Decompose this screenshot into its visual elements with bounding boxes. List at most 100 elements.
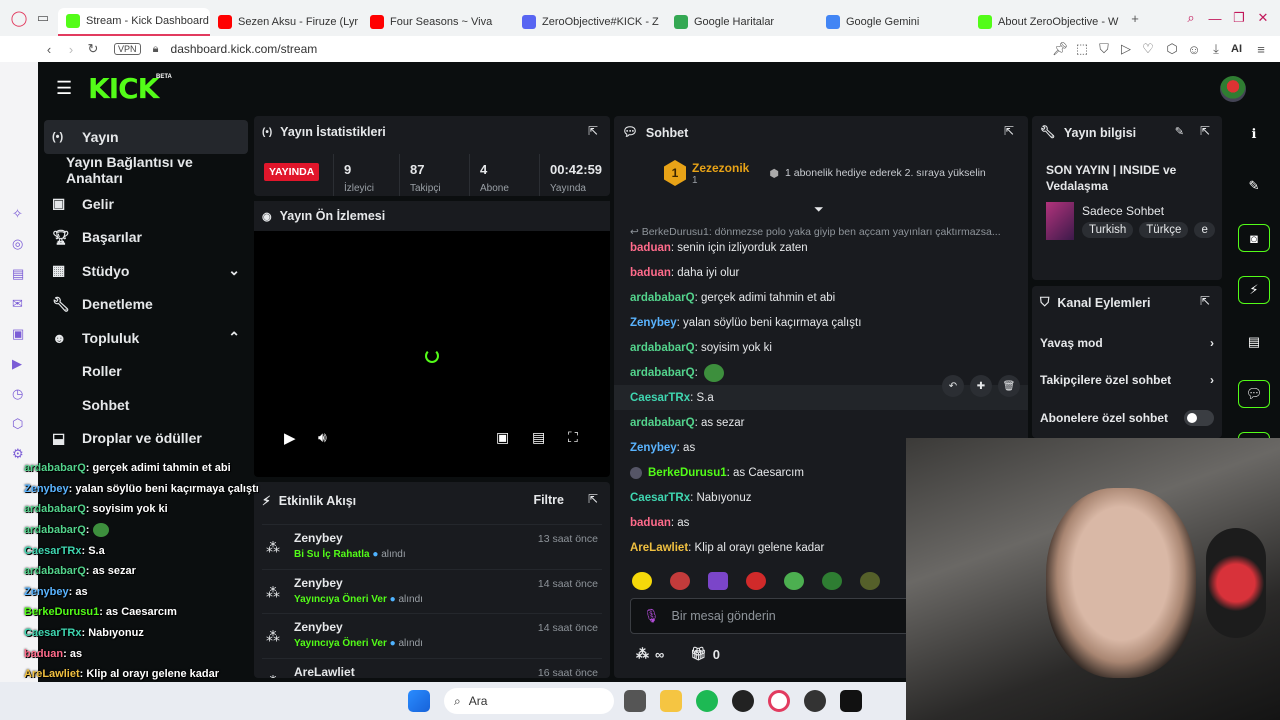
extensions-icon[interactable]: ⬡ xyxy=(1163,40,1181,58)
sidebar-item-yayin[interactable]: (•) Yayın xyxy=(44,120,248,154)
search-tabs-icon[interactable]: ⌕ xyxy=(1182,9,1200,27)
windows-start-icon[interactable] xyxy=(408,690,430,712)
opera-logo-icon[interactable]: ◯ xyxy=(10,9,28,27)
sidebar-item-stream-key[interactable]: Yayın Bağlantısı ve Anahtarı xyxy=(44,154,248,188)
sidebar-item-gelir[interactable]: ▣ Gelir xyxy=(44,187,248,221)
chevron-up-icon[interactable]: ⌃ xyxy=(228,329,240,346)
theater-mode-icon[interactable]: ▣ xyxy=(496,429,509,446)
play-icon[interactable]: ▷ xyxy=(1117,40,1135,58)
spotify-icon[interactable] xyxy=(696,690,718,712)
new-tab-icon[interactable]: + xyxy=(1126,9,1144,27)
stream-tag[interactable]: Turkish xyxy=(1082,222,1134,238)
filter-button[interactable]: Filtre xyxy=(533,493,564,507)
chevron-down-icon[interactable]: ⌄ xyxy=(228,262,240,279)
browser-tab[interactable]: Sezen Aksu - Firuze (Lyr xyxy=(210,8,362,36)
gift-box-icon[interactable]: 🎁︎ xyxy=(690,646,707,662)
raid-icon[interactable]: ⚡︎ xyxy=(1238,276,1270,304)
player-icon[interactable]: ▶ xyxy=(12,356,24,372)
chat-message[interactable]: ardababarQ: gerçek adimi tahmin et abi xyxy=(614,285,1028,310)
messenger-icon[interactable]: ◎ xyxy=(12,236,24,252)
browser-tab[interactable]: Stream - Kick Dashboard xyxy=(58,8,210,36)
pip-icon[interactable]: ▤ xyxy=(532,429,545,446)
popout-icon[interactable]: ⇱ xyxy=(588,492,598,506)
mail-icon[interactable]: ✉ xyxy=(12,296,24,312)
chat-message[interactable]: Zenybey: yalan söylüo beni kaçırmaya çal… xyxy=(614,310,1028,335)
pin-action-icon[interactable]: ✚ xyxy=(970,375,992,397)
emote-icon[interactable] xyxy=(670,572,690,590)
delete-action-icon[interactable]: 🗑︎ xyxy=(998,375,1020,397)
sidebar-item-denetleme[interactable]: 🔧︎ Denetleme xyxy=(44,288,248,322)
vpn-badge[interactable]: VPN xyxy=(114,43,141,55)
settings-icon[interactable]: ⚙ xyxy=(12,446,24,462)
browser-tab[interactable]: ZeroObjective#KICK - Z xyxy=(514,8,666,36)
download-icon[interactable]: ⤓ xyxy=(1207,40,1225,58)
emote-icon[interactable] xyxy=(746,572,766,590)
snapshot-icon[interactable]: ⬚ xyxy=(1073,40,1091,58)
fullscreen-icon[interactable]: ⛶ xyxy=(568,429,578,446)
action-followers-only[interactable]: Takipçilere özel sohbet › xyxy=(1040,373,1214,387)
menu-icon[interactable]: ≡ xyxy=(1252,40,1270,58)
reload-icon[interactable]: ↻ xyxy=(84,40,102,58)
play-icon[interactable]: ▶ xyxy=(284,429,296,447)
activity-item[interactable]: ⁂ Zenybey 13 saat önce Bi Su İç Rahatla ● a… xyxy=(262,524,602,569)
twitch-icon[interactable]: ▣ xyxy=(12,326,24,342)
clip-icon[interactable]: ◙ xyxy=(1238,224,1270,252)
edit-icon[interactable]: ✎ xyxy=(1238,172,1270,200)
popout-icon[interactable]: ⇱ xyxy=(1004,124,1014,138)
popout-icon[interactable]: ⇱ xyxy=(588,124,598,138)
emote-icon[interactable] xyxy=(632,572,652,590)
gift-user[interactable]: Zezezonik xyxy=(692,161,749,175)
volume-icon[interactable]: 🔊︎ xyxy=(318,429,327,446)
task-view-icon[interactable] xyxy=(624,690,646,712)
browser-tab[interactable]: Google Haritalar xyxy=(666,8,818,36)
action-subscribers-only[interactable]: Abonelere özel sohbet xyxy=(1040,410,1214,426)
chat-message[interactable]: baduan: senin için izliyorduk zaten xyxy=(614,235,1028,260)
browser-tab[interactable]: About ZeroObjective - W xyxy=(970,8,1122,36)
kick-logo[interactable]: KICK xyxy=(88,72,159,105)
emote-icon[interactable] xyxy=(860,572,880,590)
chat-message[interactable]: ardababarQ: as sezar xyxy=(614,410,1028,435)
taskbar-search[interactable]: ⌕ Ara xyxy=(444,688,614,714)
maximize-icon[interactable]: ❐ xyxy=(1230,9,1248,27)
activity-item[interactable]: ⁂ Zenybey 14 saat önce Yayıncıya Öneri Ver … xyxy=(262,568,602,614)
activity-item[interactable]: ⁂ Zenybey 14 saat önce Yayıncıya Öneri Ver … xyxy=(262,613,602,658)
stream-tag[interactable]: Türkçe xyxy=(1139,222,1189,238)
history-icon[interactable]: ◷ xyxy=(12,386,24,402)
emote-icon[interactable] xyxy=(708,572,728,590)
app-icon[interactable] xyxy=(804,690,826,712)
chat-message[interactable]: ardababarQ: soyisim yok ki xyxy=(614,335,1028,360)
reply-action-icon[interactable]: ↶ xyxy=(942,375,964,397)
edit-icon[interactable]: ✎ xyxy=(1175,125,1184,138)
avatar[interactable] xyxy=(1220,76,1246,102)
heart-icon[interactable]: ♡ xyxy=(1139,40,1157,58)
back-icon[interactable]: ‹ xyxy=(40,40,58,58)
url-field[interactable]: dashboard.kick.com/stream xyxy=(171,42,318,56)
sidebar-item-basarilar[interactable]: 🏆︎ Başarılar xyxy=(44,221,248,255)
subscribers-only-toggle[interactable] xyxy=(1184,410,1214,426)
popout-icon[interactable]: ⇱ xyxy=(1200,124,1210,138)
sidebar-item-sohbet[interactable]: Sohbet xyxy=(44,388,248,422)
extensions-sidebar-icon[interactable]: ⬡ xyxy=(12,416,24,432)
capcut-icon[interactable] xyxy=(840,690,862,712)
browser-tab[interactable]: Four Seasons ~ Viva xyxy=(362,8,514,36)
category-name[interactable]: Sadece Sohbet xyxy=(1082,204,1164,218)
collapse-leaderboard-icon[interactable]: ⏷ xyxy=(814,202,824,217)
tab-overview-icon[interactable]: ▭ xyxy=(34,9,52,27)
microphone-icon[interactable]: 🎙︎ xyxy=(643,608,660,624)
file-explorer-icon[interactable] xyxy=(660,690,682,712)
sidebar-item-roller[interactable]: Roller xyxy=(44,355,248,389)
minimize-icon[interactable]: — xyxy=(1206,9,1224,27)
sidebar-item-studyo[interactable]: ▦ Stüdyo ⌄ xyxy=(44,254,248,288)
shield-icon[interactable]: ⛉ xyxy=(1095,40,1113,58)
activity-item[interactable]: ⁂AreLawliet16 saat önce xyxy=(262,657,602,678)
sidebar-item-droplar[interactable]: ⬓ Droplar ve ödüller xyxy=(44,422,248,456)
sidebar-item-topluluk[interactable]: ☻ Topluluk ⌃ xyxy=(44,321,248,355)
pin-icon[interactable]: 📌︎ xyxy=(1051,40,1069,58)
popout-icon[interactable]: ⇱ xyxy=(1200,294,1210,308)
stream-tag[interactable]: e xyxy=(1194,222,1215,238)
aria-icon[interactable]: ✧ xyxy=(12,206,24,222)
forward-icon[interactable]: › xyxy=(62,40,80,58)
ai-button[interactable]: AI xyxy=(1231,43,1242,55)
chat-rail-icon[interactable]: 💬︎ xyxy=(1238,380,1270,408)
emote-icon[interactable] xyxy=(822,572,842,590)
